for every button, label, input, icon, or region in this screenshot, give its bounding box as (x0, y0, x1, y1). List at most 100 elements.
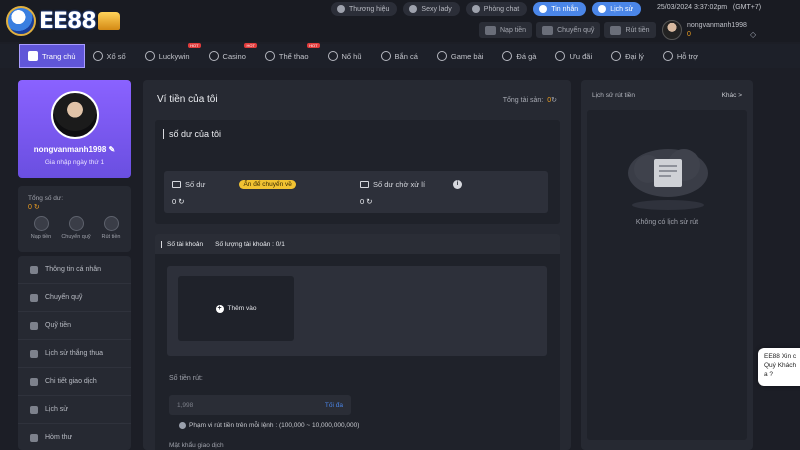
transfer-button[interactable]: Chuyển quỹ (536, 22, 601, 38)
my-balance-section: số dư của tôi Số dư Ẩn để chuyển về 0 ↻ … (155, 120, 560, 224)
top-header: EE88 Thương hiệu Sexy lady Phòng chat Ti… (0, 0, 800, 42)
nav-sports[interactable]: Thể thao HOT (257, 43, 320, 68)
nav-luckywin[interactable]: Luckywin HOT (137, 43, 201, 68)
balance-actions: Nạp tiền Chuyển quỹ Rút tiền (26, 216, 126, 240)
total-assets: Tổng tài sản: 0↻ (503, 96, 557, 104)
agent-icon (611, 51, 622, 61)
side-menu-label: Quỹ tiền (45, 322, 72, 329)
nav-slots[interactable]: Nổ hũ (320, 44, 373, 68)
side-deposit-button[interactable]: Nạp tiền (26, 216, 56, 240)
max-amount-button[interactable]: Tối đa (325, 402, 343, 409)
side-transfer-label: Chuyển quỹ (61, 234, 91, 240)
top-link-messages[interactable]: Tin nhắn (533, 2, 587, 16)
side-menu-inbox[interactable]: Hòm thư (18, 424, 131, 450)
withdraw-history-panel: Lịch sử rút tiền Khác > Không có lịch sử… (581, 80, 753, 450)
side-menu-label: Lịch sử (45, 406, 68, 413)
balance-card: Tổng số dư: 0 ↻ Nạp tiền Chuyển quỹ Rút … (18, 186, 131, 252)
side-transfer-button[interactable]: Chuyển quỹ (61, 216, 91, 240)
side-menu-win-loss[interactable]: Lịch sử thắng thua (18, 340, 131, 368)
total-balance-number: 0 (28, 204, 32, 211)
wallet-icon (542, 25, 554, 35)
side-menu: Thông tin cá nhân Chuyển quỹ Quỹ tiền Lị… (18, 256, 131, 450)
nav-card-games[interactable]: Game bài (429, 44, 495, 68)
wallet-icon (172, 181, 181, 188)
deposit-label: Nạp tiền (500, 26, 527, 34)
info-icon (179, 422, 186, 429)
header-username: nongvanmanh1998 (687, 22, 747, 29)
hot-badge: HOT (188, 43, 201, 48)
nav-agent[interactable]: Đại lý (603, 44, 655, 68)
main-nav: Trang chủ Xổ số Luckywin HOT Casino HOT Th… (0, 43, 800, 68)
side-menu-history[interactable]: Lịch sử (18, 396, 131, 424)
chart-icon (30, 349, 38, 358)
add-account-button[interactable]: + Thêm vào (178, 276, 294, 341)
top-link-label: Phòng chat (483, 5, 520, 13)
deposit-button[interactable]: Nạp tiền (479, 22, 533, 38)
top-link-brand[interactable]: Thương hiệu (331, 2, 398, 16)
user-menu[interactable]: nongvanmanh1998 0 ◇ (662, 20, 756, 40)
pending-number: 0 (360, 197, 365, 206)
nav-support[interactable]: Hỗ trợ (655, 44, 709, 68)
rooster-icon (502, 51, 513, 61)
chat-bubble[interactable]: EE88 Xin c Quý Khách a ? (758, 348, 800, 386)
nav-cockfight[interactable]: Đá gà (494, 44, 547, 68)
refresh-icon[interactable]: ↻ (34, 204, 40, 211)
nav-label: Hỗ trợ (676, 51, 699, 61)
logo-badge-icon (6, 6, 36, 36)
profile-joined: Gia nhập ngày thứ 1 (44, 159, 105, 166)
header-actions: Nạp tiền Chuyển quỹ Rút tiền (479, 22, 656, 38)
lottery-icon (92, 51, 103, 61)
chat-line: a ? (764, 371, 774, 378)
balance-value: 0 ↻ (172, 197, 185, 206)
more-link[interactable]: Khác > (722, 92, 742, 99)
range-note-text: Phạm vi rút tiền trên mỗi lệnh : (100,00… (189, 422, 360, 429)
nav-label: Ưu đãi (569, 51, 593, 61)
support-icon (662, 51, 673, 61)
luckywin-icon (144, 51, 155, 61)
chevron-down-icon[interactable]: ◇ (750, 30, 756, 39)
top-link-history[interactable]: Lịch sử (592, 2, 642, 16)
withdraw-button[interactable]: Rút tiền (604, 22, 656, 38)
top-link-chat-room[interactable]: Phòng chat (465, 2, 528, 16)
logo-text: EE88 (39, 8, 97, 34)
nav-promotions[interactable]: Ưu đãi (547, 44, 603, 68)
top-link-sexy-lady[interactable]: Sexy lady (403, 2, 460, 16)
side-deposit-label: Nạp tiền (30, 234, 52, 240)
total-balance-value: 0 ↻ (28, 203, 40, 211)
edit-icon[interactable]: ✎ (109, 145, 116, 154)
user-icon (30, 265, 38, 274)
nav-casino[interactable]: Casino HOT (201, 43, 257, 68)
top-link-label: Tin nhắn (551, 5, 579, 13)
withdraw-range-note: Phạm vi rút tiền trên mỗi lệnh : (100,00… (179, 422, 359, 429)
side-withdraw-label: Rút tiền (101, 234, 121, 240)
info-icon[interactable]: i (453, 180, 463, 189)
chat-icon (471, 5, 480, 13)
side-menu-transfer[interactable]: Chuyển quỹ (18, 284, 131, 312)
side-menu-transactions[interactable]: Chi tiết giao dịch (18, 368, 131, 396)
nav-home[interactable]: Trang chủ (19, 44, 85, 68)
accounts-count: Số lượng tài khoản : 0/1 (215, 240, 285, 248)
withdraw-icon (610, 25, 622, 35)
nav-fishing[interactable]: Bắn cá (373, 44, 429, 68)
withdraw-amount-label: Số tiền rút: (169, 375, 203, 382)
side-menu-personal-info[interactable]: Thông tin cá nhân (18, 256, 131, 284)
refresh-icon[interactable]: ↻ (551, 97, 557, 104)
transaction-password-label: Mật khẩu giao dịch (169, 442, 224, 449)
side-withdraw-button[interactable]: Rút tiền (96, 216, 126, 240)
top-link-label: Sexy lady (421, 5, 452, 13)
profile-name[interactable]: nongvanmanh1998 ✎ (18, 145, 131, 154)
my-balance-title: số dư của tôi (163, 129, 221, 139)
side-menu-funds[interactable]: Quỹ tiền (18, 312, 131, 340)
cards-icon (436, 51, 447, 61)
accounts-label: Số tài khoản (161, 240, 203, 248)
top-link-label: Lịch sử (610, 5, 634, 13)
empty-state-illustration (628, 149, 708, 210)
nav-label: Casino (222, 51, 246, 61)
history-icon (598, 5, 607, 13)
brand-logo[interactable]: EE88 (6, 4, 146, 38)
withdraw-amount-input[interactable]: 1,998 Tối đa (169, 395, 351, 415)
nav-lottery[interactable]: Xổ số (85, 44, 137, 68)
nav-label: Thể thao (278, 51, 309, 61)
nav-label: Nổ hũ (341, 51, 362, 61)
hide-to-transfer-button[interactable]: Ẩn để chuyển về (239, 180, 296, 189)
